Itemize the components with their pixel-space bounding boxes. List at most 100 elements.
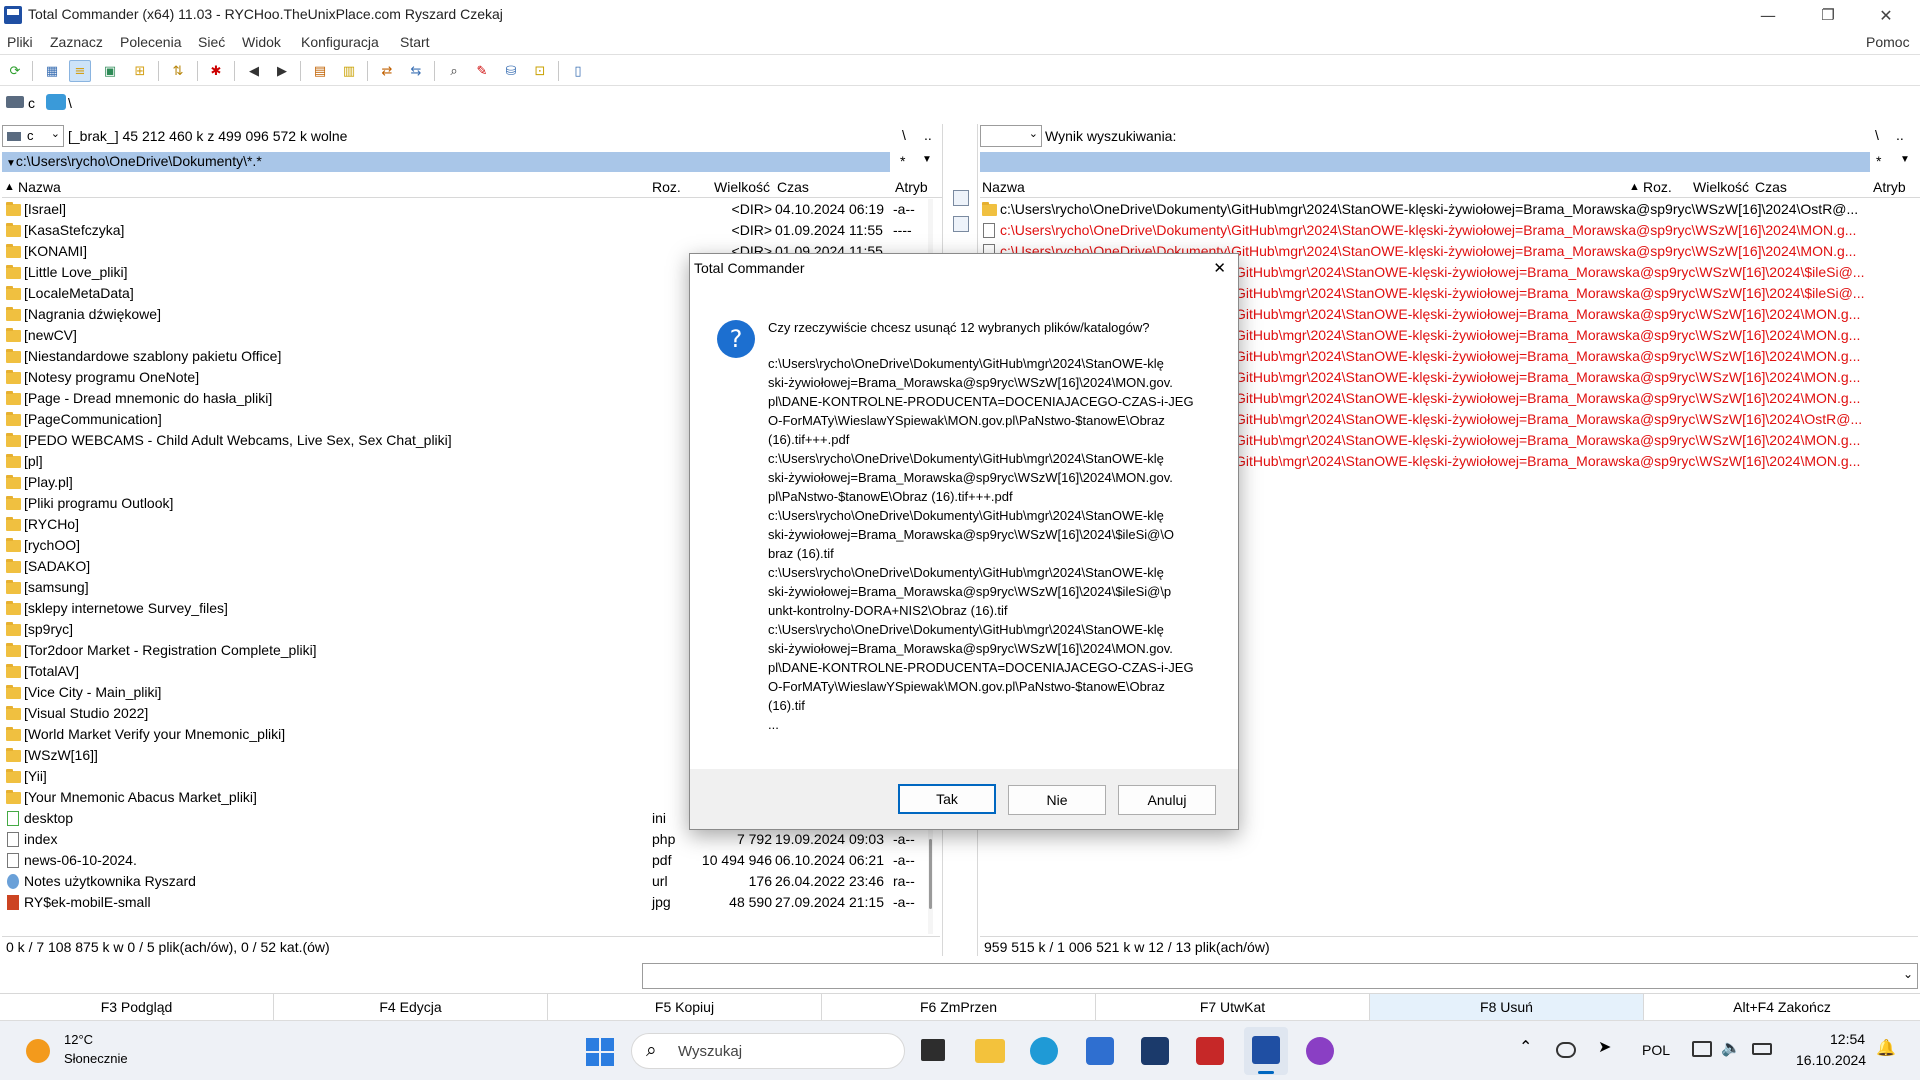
right-root-button[interactable]: \ — [1875, 127, 1879, 143]
left-star-button[interactable]: * — [900, 153, 905, 169]
search-result-row[interactable]: c:\Users\rycho\OneDrive\Dokumenty\GitHub… — [980, 220, 1918, 241]
table-row[interactable]: index php 7 792 19.09.2024 09:03 -a-- — [2, 829, 922, 850]
clock-date[interactable]: 16.10.2024 — [1796, 1052, 1866, 1068]
multi-rename-icon[interactable]: ✎ — [471, 60, 493, 82]
drive-c-label[interactable]: c — [28, 95, 35, 111]
close-button[interactable]: ✕ — [1858, 0, 1914, 30]
no-button[interactable]: Nie — [1008, 785, 1106, 815]
menu-pomoc[interactable]: Pomoc — [1866, 34, 1910, 50]
network-icon[interactable] — [46, 94, 66, 110]
right-up-button[interactable]: .. — [1896, 127, 1904, 143]
speaker-icon[interactable]: 🔈 — [1721, 1038, 1741, 1057]
left-root-button[interactable]: \ — [902, 127, 906, 143]
col-name[interactable]: Nazwa — [982, 179, 1025, 195]
f5-copy-button[interactable]: F5 Kopiuj — [548, 994, 822, 1020]
col-attr[interactable]: Atryb — [895, 179, 928, 195]
tree-view-icon[interactable]: ⊞ — [129, 60, 151, 82]
menu-start[interactable]: Start — [400, 34, 430, 50]
command-line-input[interactable]: ⌄ — [642, 963, 1918, 989]
table-row[interactable]: [Israel] <DIR> 04.10.2024 06:19 -a-- — [2, 199, 922, 220]
refresh-icon[interactable]: ⟳ — [4, 60, 26, 82]
language-indicator[interactable]: POL — [1642, 1042, 1670, 1058]
onedrive-icon[interactable] — [1556, 1042, 1576, 1058]
back-arrow-icon[interactable]: ◀ — [243, 60, 265, 82]
f3-view-button[interactable]: F3 Podgląd — [0, 994, 274, 1020]
display-icon[interactable] — [1692, 1041, 1712, 1057]
weather-temp[interactable]: 12°C — [64, 1032, 93, 1047]
menu-konfiguracja[interactable]: Konfiguracja — [301, 34, 379, 50]
table-row[interactable]: Notes użytkownika Ryszard url 176 26.04.202… — [2, 871, 922, 892]
left-path-bar[interactable]: ▼c:\Users\rycho\OneDrive\Dokumenty\*.* — [2, 152, 890, 172]
menu-widok[interactable]: Widok — [242, 34, 281, 50]
menu-pliki[interactable]: Pliki — [7, 34, 33, 50]
right-history-icon[interactable]: ▼ — [1900, 154, 1910, 165]
location-icon[interactable]: ➤ — [1598, 1037, 1611, 1056]
f4-edit-button[interactable]: F4 Edycja — [274, 994, 548, 1020]
maximize-button[interactable]: ❐ — [1800, 0, 1856, 30]
unpack-icon[interactable]: ✱ — [205, 60, 227, 82]
left-history-icon[interactable]: ▼ — [922, 154, 932, 165]
col-size[interactable]: Wielkość — [1693, 179, 1749, 195]
col-attr[interactable]: Atryb — [1873, 179, 1906, 195]
invert-selection-icon[interactable]: ⇅ — [167, 60, 189, 82]
table-row[interactable]: [KasaStefczyka] <DIR> 01.09.2024 11:55 ---- — [2, 220, 922, 241]
col-name[interactable]: Nazwa — [18, 179, 61, 195]
table-row[interactable]: news-06-10-2024. pdf 10 494 946 06.10.2024 … — [2, 850, 922, 871]
chevron-up-icon[interactable]: ⌃ — [1519, 1037, 1532, 1056]
drive-c-icon[interactable] — [6, 96, 24, 108]
col-date[interactable]: Czas — [777, 179, 809, 195]
clock-time[interactable]: 12:54 — [1830, 1031, 1865, 1047]
github-desktop-icon[interactable] — [1306, 1037, 1334, 1065]
view-file-icon[interactable] — [953, 190, 969, 206]
weather-desc[interactable]: Słonecznie — [64, 1051, 128, 1066]
col-size[interactable]: Wielkość — [714, 179, 770, 195]
right-drive-dropdown[interactable]: ⌄ — [980, 125, 1042, 147]
f6-move-button[interactable]: F6 ZmPrzen — [822, 994, 1096, 1020]
drive-root-label[interactable]: \ — [68, 95, 72, 111]
windows-start-icon[interactable] — [586, 1038, 614, 1066]
forward-arrow-icon[interactable]: ▶ — [271, 60, 293, 82]
altf4-exit-button[interactable]: Alt+F4 Zakończ — [1644, 994, 1920, 1020]
total-commander-taskbar-active[interactable] — [1244, 1027, 1288, 1075]
edge-browser-icon[interactable] — [1030, 1037, 1058, 1065]
left-scrollbar-thumb[interactable] — [929, 839, 932, 909]
right-star-button[interactable]: * — [1876, 153, 1881, 169]
detailed-view-icon[interactable]: ≡ — [69, 60, 91, 82]
col-ext[interactable]: Roz. — [652, 179, 681, 195]
notification-bell-icon[interactable]: 🔔 — [1876, 1038, 1896, 1057]
menu-siec[interactable]: Sieć — [198, 34, 225, 50]
notepad-icon[interactable]: ▯ — [567, 60, 589, 82]
virtualbox-icon[interactable] — [1141, 1037, 1169, 1065]
brief-view-icon[interactable]: ▦ — [41, 60, 63, 82]
minimize-button[interactable]: — — [1740, 0, 1796, 30]
thumbnail-view-icon[interactable]: ▣ — [99, 60, 121, 82]
f7-mkdir-button[interactable]: F7 UtwKat — [1096, 994, 1370, 1020]
network-drive-icon[interactable]: ⊡ — [529, 60, 551, 82]
menu-polecenia[interactable]: Polecenia — [120, 34, 182, 50]
yes-button[interactable]: Tak — [898, 784, 996, 814]
store-icon[interactable] — [1086, 1037, 1114, 1065]
ftp-connect-icon[interactable]: ⛁ — [500, 60, 522, 82]
table-row[interactable]: RY$ek-mobilE-small jpg 48 590 27.09.2024 21… — [2, 892, 922, 913]
f8-delete-button[interactable]: F8 Usuń — [1370, 994, 1644, 1020]
search-result-row[interactable]: c:\Users\rycho\OneDrive\Dokumenty\GitHub… — [980, 199, 1918, 220]
task-view-icon[interactable] — [921, 1039, 945, 1061]
battery-icon[interactable] — [1752, 1043, 1772, 1055]
extract-icon[interactable]: ▥ — [338, 60, 360, 82]
sync-dirs-icon[interactable]: ⇆ — [405, 60, 427, 82]
edit-file-icon[interactable] — [953, 216, 969, 232]
file-explorer-icon[interactable] — [975, 1039, 1005, 1063]
pack-icon[interactable]: ▤ — [309, 60, 331, 82]
sun-weather-icon[interactable] — [26, 1039, 50, 1063]
left-drive-dropdown[interactable]: c ⌄ — [2, 125, 64, 147]
col-date[interactable]: Czas — [1755, 179, 1787, 195]
taskbar-search-box[interactable]: ⌕ Wyszukaj — [631, 1033, 905, 1069]
left-up-button[interactable]: .. — [924, 127, 932, 143]
binoculars-icon[interactable]: ⌕ — [443, 60, 465, 82]
compare-icon[interactable]: ⇄ — [376, 60, 398, 82]
menu-zaznacz[interactable]: Zaznacz — [50, 34, 103, 50]
app-red-icon[interactable] — [1196, 1037, 1224, 1065]
col-ext[interactable]: Roz. — [1643, 179, 1672, 195]
cancel-button[interactable]: Anuluj — [1118, 785, 1216, 815]
right-path-bar[interactable] — [980, 152, 1870, 172]
